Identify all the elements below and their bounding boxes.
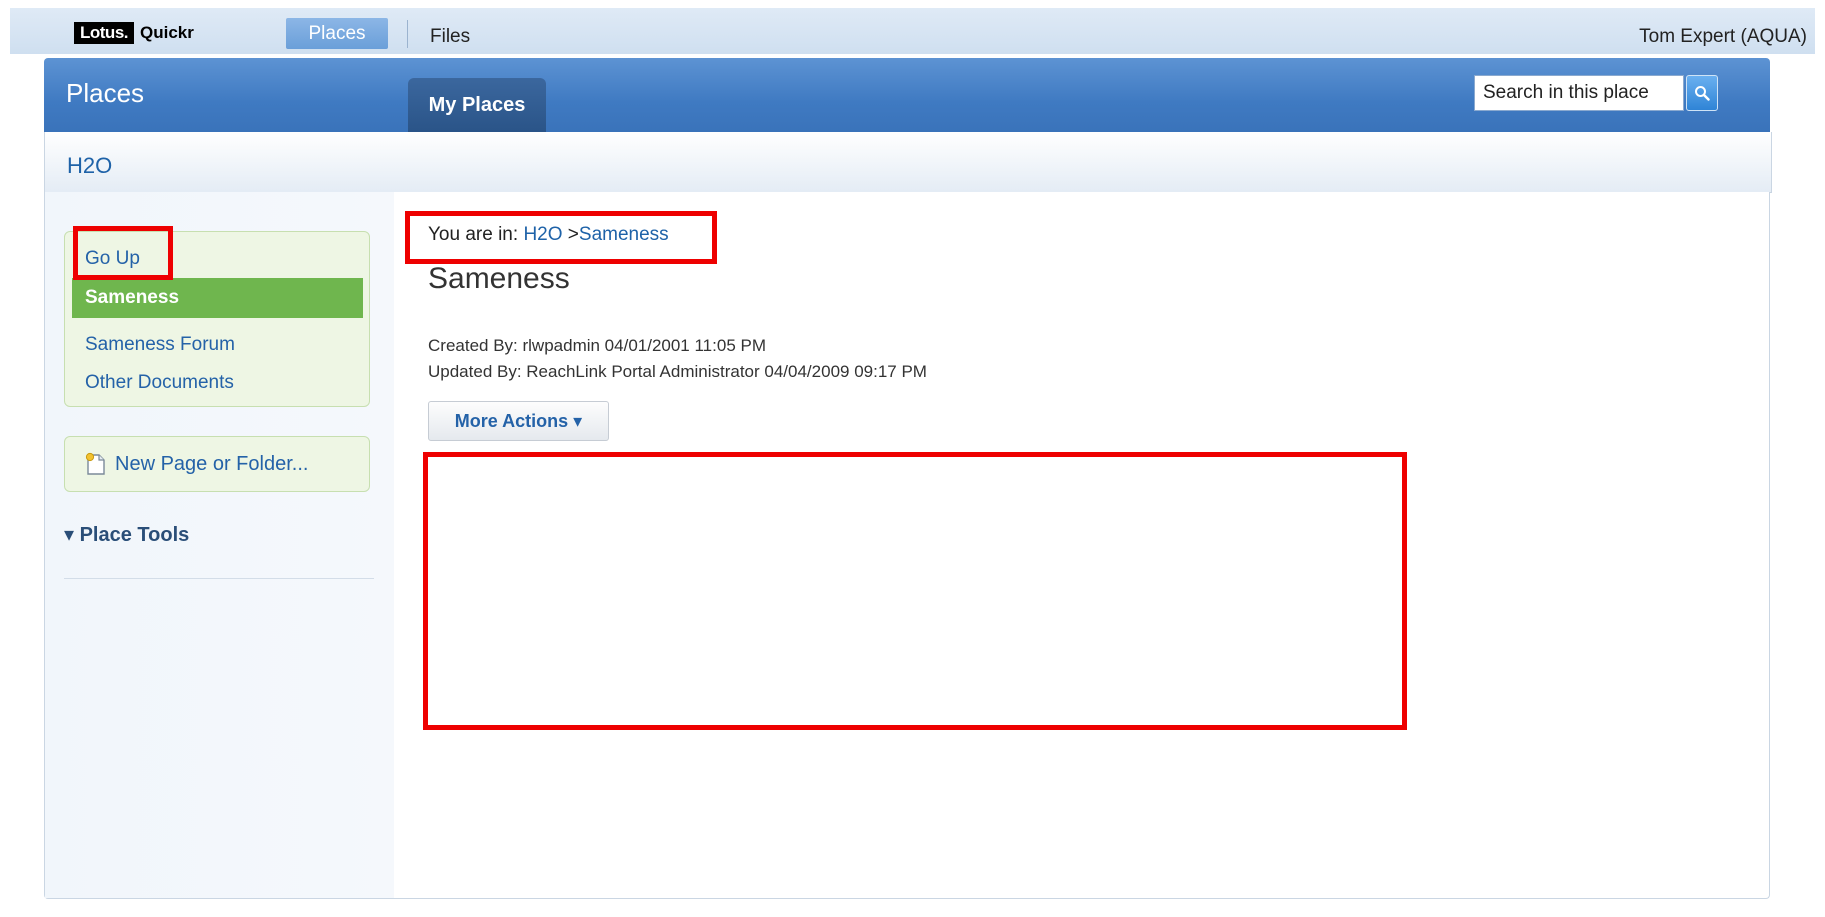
new-page-or-folder-button[interactable]: New Page or Folder... [64, 436, 370, 492]
sidebar-item-sameness-forum[interactable]: Sameness Forum [85, 334, 235, 356]
top-tab-files[interactable]: Files [430, 26, 470, 48]
user-name-link[interactable]: Tom Expert (AQUA) [1639, 26, 1807, 48]
page-title: Sameness [428, 262, 570, 295]
sidebar-divider [64, 578, 374, 579]
place-tools-toggle[interactable]: ▾ Place Tools [64, 522, 189, 547]
sidebar-item-sameness[interactable]: Sameness [72, 278, 363, 318]
lotus-quickr-logo: Lotus. Quickr [74, 22, 194, 44]
created-by-info: Created By: rlwpadmin 04/01/2001 11:05 P… [428, 336, 766, 355]
top-navigation-bar: Lotus. Quickr Places Files Tom Expert (A… [10, 8, 1815, 54]
sidebar: Go Up Sameness Sameness Forum Other Docu… [45, 192, 394, 898]
place-header: H2O [44, 132, 1772, 193]
new-page-icon [85, 452, 105, 475]
new-page-label: New Page or Folder... [115, 452, 309, 475]
more-actions-button[interactable]: More Actions ▾ [428, 401, 609, 441]
tab-my-places[interactable]: My Places [408, 78, 546, 132]
sidebar-item-other-documents[interactable]: Other Documents [85, 372, 234, 394]
updated-by-info: Updated By: ReachLink Portal Administrat… [428, 362, 927, 381]
place-name-link[interactable]: H2O [67, 153, 112, 179]
top-tab-places[interactable]: Places [286, 18, 388, 49]
logo-lotus-text: Lotus. [74, 22, 134, 44]
places-banner: Places My Places Search in this place [44, 58, 1770, 132]
highlight-content-area [423, 452, 1407, 730]
logo-quickr-text: Quickr [140, 23, 194, 42]
search-button[interactable] [1686, 75, 1718, 111]
search-icon [1695, 86, 1710, 101]
banner-title: Places [66, 78, 145, 108]
top-tab-separator [407, 20, 408, 48]
search-input[interactable]: Search in this place [1474, 75, 1684, 111]
highlight-breadcrumb [405, 211, 717, 264]
highlight-go-up [73, 226, 173, 280]
